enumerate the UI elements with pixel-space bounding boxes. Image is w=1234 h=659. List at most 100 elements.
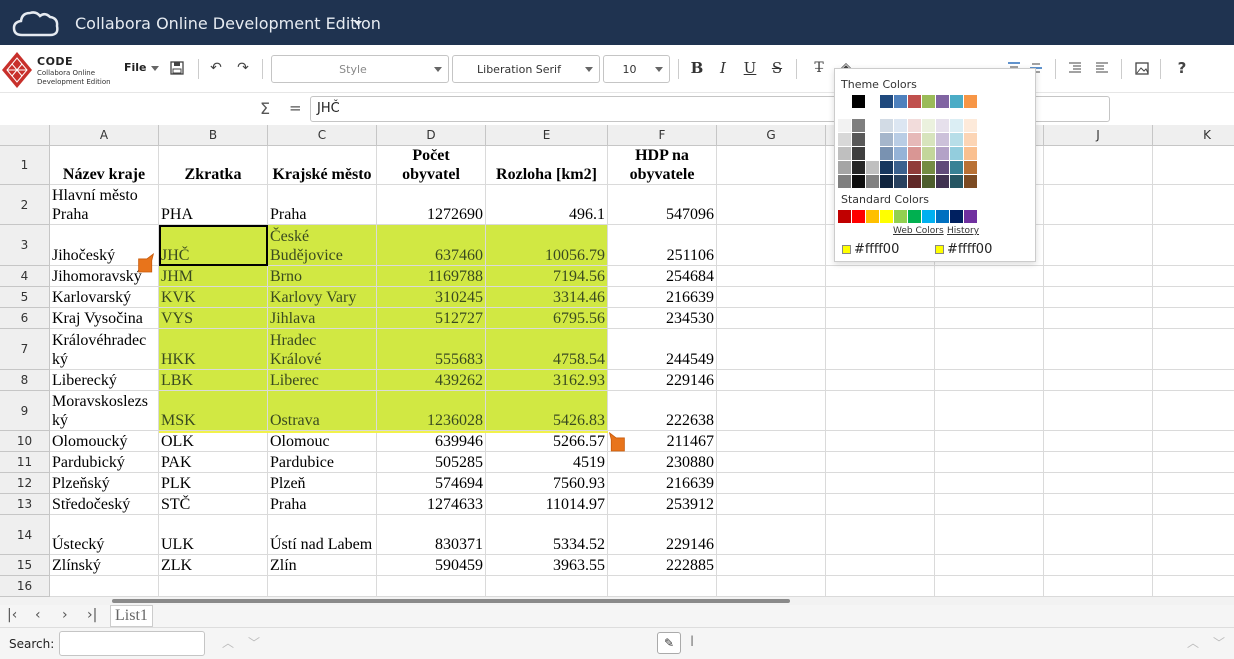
table-cell[interactable] — [826, 494, 935, 515]
theme-tint-swatch[interactable] — [922, 147, 935, 160]
row-header[interactable]: 5 — [0, 287, 50, 308]
table-cell[interactable]: 1236028 — [377, 391, 486, 431]
table-cell[interactable] — [377, 576, 486, 597]
search-input[interactable] — [59, 631, 205, 656]
table-cell[interactable]: Rozloha [km2] — [486, 146, 608, 185]
edit-mode-button[interactable]: ✎ — [657, 632, 681, 654]
table-cell[interactable] — [935, 266, 1044, 287]
table-cell[interactable]: 3162.93 — [486, 370, 608, 391]
row-header[interactable]: 15 — [0, 555, 50, 576]
table-cell[interactable]: 251106 — [608, 225, 717, 266]
table-cell[interactable]: 555683 — [377, 329, 486, 370]
table-cell[interactable]: 574694 — [377, 473, 486, 494]
table-cell[interactable]: Olomoucký — [50, 431, 159, 452]
search-up-icon[interactable]: ︿ — [222, 634, 234, 651]
table-cell[interactable] — [1153, 576, 1234, 597]
table-cell[interactable]: Pardubický — [50, 452, 159, 473]
table-cell[interactable] — [1044, 185, 1153, 225]
standard-color-swatch[interactable] — [964, 210, 977, 223]
theme-tint-swatch[interactable] — [936, 161, 949, 174]
theme-tint-swatch[interactable] — [936, 175, 949, 188]
table-cell[interactable]: Jihlava — [268, 308, 377, 329]
table-cell[interactable]: PHA — [159, 185, 268, 225]
table-cell[interactable] — [717, 431, 826, 452]
help-icon[interactable]: ? — [1171, 57, 1193, 79]
table-cell[interactable] — [1153, 266, 1234, 287]
theme-tint-swatch[interactable] — [922, 133, 935, 146]
table-cell[interactable] — [1153, 452, 1234, 473]
table-cell[interactable] — [1044, 452, 1153, 473]
table-cell[interactable]: Liberec — [268, 370, 377, 391]
table-cell[interactable] — [717, 494, 826, 515]
undo-icon[interactable]: ↶ — [205, 57, 227, 79]
table-cell[interactable] — [826, 329, 935, 370]
table-cell[interactable]: 7560.93 — [486, 473, 608, 494]
table-cell[interactable]: Olomouc — [268, 431, 377, 452]
chevron-down-icon[interactable] — [434, 66, 442, 72]
table-cell[interactable] — [1044, 576, 1153, 597]
table-cell[interactable]: 234530 — [608, 308, 717, 329]
theme-tint-swatch[interactable] — [838, 133, 851, 146]
table-cell[interactable] — [1153, 494, 1234, 515]
table-cell[interactable]: 253912 — [608, 494, 717, 515]
theme-tint-swatch[interactable] — [908, 133, 921, 146]
theme-tint-swatch[interactable] — [866, 119, 879, 132]
row-header[interactable]: 12 — [0, 473, 50, 494]
table-cell[interactable] — [1153, 225, 1234, 266]
table-cell[interactable] — [1044, 391, 1153, 431]
theme-tint-swatch[interactable] — [908, 147, 921, 160]
table-cell[interactable]: 3963.55 — [486, 555, 608, 576]
column-header[interactable]: A — [50, 125, 159, 146]
scroll-up-icon[interactable]: ︿ — [1187, 634, 1199, 651]
theme-tint-swatch[interactable] — [852, 147, 865, 160]
theme-tint-swatch[interactable] — [964, 119, 977, 132]
table-cell[interactable] — [717, 329, 826, 370]
selection-start-handle-icon[interactable] — [137, 252, 155, 274]
clear-formatting-icon[interactable]: T̶ — [808, 57, 830, 79]
column-header[interactable]: K — [1153, 125, 1234, 146]
table-cell[interactable] — [1044, 329, 1153, 370]
table-cell[interactable] — [935, 473, 1044, 494]
table-cell[interactable] — [826, 555, 935, 576]
table-cell[interactable]: Liberecký — [50, 370, 159, 391]
table-cell[interactable]: 496.1 — [486, 185, 608, 225]
theme-tint-swatch[interactable] — [936, 147, 949, 160]
table-cell[interactable]: Hlavní město Praha — [50, 185, 159, 225]
table-cell[interactable] — [1044, 308, 1153, 329]
table-cell[interactable]: 5334.52 — [486, 515, 608, 555]
table-cell[interactable]: HKK — [159, 329, 268, 370]
horizontal-scrollbar[interactable] — [0, 597, 1234, 605]
theme-tint-swatch[interactable] — [880, 133, 893, 146]
table-cell[interactable]: 637460 — [377, 225, 486, 266]
table-cell[interactable]: Středočeský — [50, 494, 159, 515]
table-cell[interactable] — [826, 391, 935, 431]
table-cell[interactable] — [935, 515, 1044, 555]
table-cell[interactable] — [935, 329, 1044, 370]
table-cell[interactable]: PLK — [159, 473, 268, 494]
theme-tint-swatch[interactable] — [936, 119, 949, 132]
table-cell[interactable]: 216639 — [608, 473, 717, 494]
table-cell[interactable] — [1153, 555, 1234, 576]
table-cell[interactable] — [1044, 494, 1153, 515]
table-cell[interactable] — [717, 391, 826, 431]
table-cell[interactable]: Karlovy Vary — [268, 287, 377, 308]
redo-icon[interactable]: ↷ — [232, 57, 254, 79]
chevron-down-icon[interactable] — [655, 66, 663, 72]
table-cell[interactable] — [1153, 391, 1234, 431]
table-cell[interactable]: 439262 — [377, 370, 486, 391]
table-cell[interactable]: 310245 — [377, 287, 486, 308]
theme-tint-swatch[interactable] — [866, 133, 879, 146]
next-sheet-icon[interactable]: › — [62, 607, 68, 623]
web-colors-link[interactable]: Web Colors — [893, 226, 944, 236]
theme-tint-swatch[interactable] — [880, 175, 893, 188]
table-cell[interactable]: Plzeňský — [50, 473, 159, 494]
title-dropdown-icon[interactable] — [354, 21, 362, 26]
select-all-corner[interactable] — [0, 125, 50, 146]
theme-tint-swatch[interactable] — [964, 133, 977, 146]
theme-tint-swatch[interactable] — [964, 147, 977, 160]
table-cell[interactable] — [717, 473, 826, 494]
theme-tint-swatch[interactable] — [964, 175, 977, 188]
app-title[interactable]: Collabora Online Development Edition — [75, 14, 381, 33]
table-cell[interactable] — [1153, 287, 1234, 308]
theme-tint-swatch[interactable] — [908, 161, 921, 174]
